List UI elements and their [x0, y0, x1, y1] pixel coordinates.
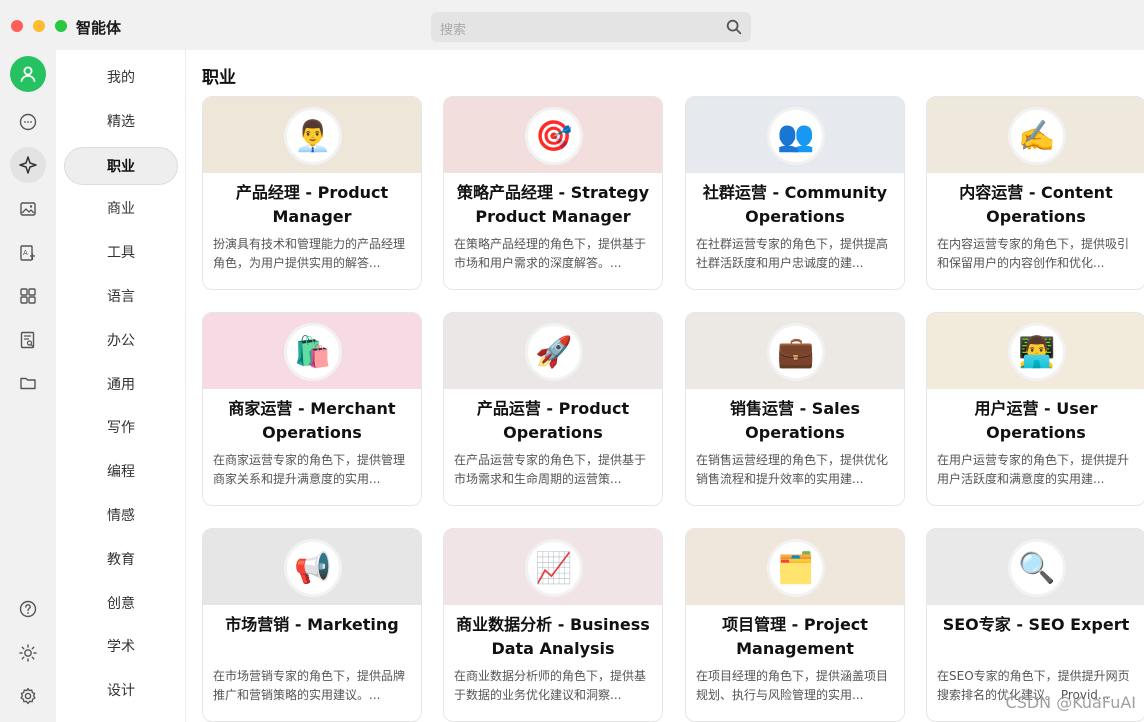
category-item[interactable]: 写作	[64, 409, 178, 447]
watermark: CSDN @KuaFuAI	[1005, 693, 1136, 712]
card-description: 在商业数据分析师的角色下，提供基于数据的业务优化建议和洞察...	[454, 669, 647, 702]
card-avatar-icon: 🛍️	[284, 323, 342, 381]
card-title: 项目管理 - Project Management	[722, 615, 868, 658]
category-item[interactable]: 我的	[64, 59, 178, 97]
agent-card[interactable]: 👥 社群运营 - Community Operations 在社群运营专家的角色下，…	[685, 96, 905, 290]
agent-card[interactable]: 💼 销售运营 - Sales Operations 在销售运营经理的角色下，提供优化…	[685, 312, 905, 506]
category-item[interactable]: 办公	[64, 322, 178, 360]
card-description: 在内容运营专家的角色下，提供吸引和保留用户的内容创作和优化...	[937, 237, 1130, 270]
card-avatar-icon: ✍️	[1008, 107, 1066, 165]
agent-card[interactable]: 🚀 产品运营 - Product Operations 在产品运营专家的角色下，提供…	[443, 312, 663, 506]
help-icon[interactable]	[10, 591, 46, 627]
card-avatar-icon: 🔍	[1008, 539, 1066, 597]
user-avatar-icon[interactable]	[10, 56, 46, 92]
card-title: 产品经理 - Product Manager	[235, 183, 389, 226]
card-avatar-icon: 👨‍💻	[1008, 323, 1066, 381]
card-avatar-icon: 📢	[284, 539, 342, 597]
agent-card[interactable]: 📈 商业数据分析 - Business Data Analysis 在商业数据分析师…	[443, 528, 663, 722]
close-window-button[interactable]	[11, 20, 23, 32]
app-title: 智能体	[76, 19, 122, 37]
card-title: 社群运营 - Community Operations	[702, 183, 888, 226]
agent-card[interactable]: 🛍️ 商家运营 - Merchant Operations 在商家运营专家的角色下，…	[202, 312, 422, 506]
card-description: 在产品运营专家的角色下，提供基于市场需求和生命周期的运营策...	[454, 453, 647, 486]
title-bar: 智能体 搜索	[0, 0, 1144, 50]
category-item[interactable]: 学术	[64, 628, 178, 666]
card-title: 内容运营 - Content Operations	[959, 183, 1113, 226]
search-placeholder: 搜索	[440, 23, 467, 38]
card-avatar-icon: 🗂️	[767, 539, 825, 597]
card-description: 扮演具有技术和管理能力的产品经理角色，为用户提供实用的解答...	[213, 237, 406, 270]
category-item[interactable]: 通用	[64, 366, 178, 404]
card-avatar-icon: 📈	[525, 539, 583, 597]
category-item[interactable]: 语言	[64, 278, 178, 316]
category-item[interactable]: 工具	[64, 234, 178, 272]
card-avatar-icon: 🎯	[525, 107, 583, 165]
category-item[interactable]: 精选	[64, 103, 178, 141]
card-title: 市场营销 - Marketing	[225, 615, 399, 634]
card-description: 在商家运营专家的角色下，提供管理商家关系和提升满意度的实用...	[213, 453, 406, 486]
card-description: 在销售运营经理的角色下，提供优化销售流程和提升效率的实用建...	[696, 453, 889, 486]
image-icon[interactable]	[10, 191, 46, 227]
card-avatar-icon: 👥	[767, 107, 825, 165]
svg-text:A: A	[23, 249, 28, 257]
category-item[interactable]: 职业	[64, 146, 178, 185]
image-text-icon[interactable]: A	[10, 235, 46, 271]
card-avatar-icon: 🚀	[525, 323, 583, 381]
agent-card[interactable]: 📢 市场营销 - Marketing 在市场营销专家的角色下，提供品牌推广和营销策略…	[202, 528, 422, 722]
card-description: 在用户运营专家的角色下，提供提升用户活跃度和满意度的实用建...	[937, 453, 1130, 486]
card-description: 在市场营销专家的角色下，提供品牌推广和营销策略的实用建议。...	[213, 669, 406, 702]
card-title: 销售运营 - Sales Operations	[730, 399, 860, 442]
minimize-window-button[interactable]	[33, 20, 45, 32]
card-title: 商家运营 - Merchant Operations	[228, 399, 396, 442]
agent-card[interactable]: 🗂️ 项目管理 - Project Management 在项目经理的角色下，提供涵…	[685, 528, 905, 722]
card-description: 在社群运营专家的角色下，提供提高社群活跃度和用户忠诚度的建...	[696, 237, 889, 270]
icon-sidebar: A	[0, 50, 56, 722]
section-title: 职业	[202, 68, 236, 88]
agent-card[interactable]: 🎯 策略产品经理 - Strategy Product Manager 在策略产品经…	[443, 96, 663, 290]
card-title: 策略产品经理 - Strategy Product Manager	[456, 183, 650, 226]
category-sidebar: 我的精选职业商业工具语言办公通用写作编程情感教育创意学术设计	[56, 50, 186, 722]
agent-card[interactable]: 👨‍💻 用户运营 - User Operations 在用户运营专家的角色下，提供提…	[926, 312, 1144, 506]
card-title: SEO专家 - SEO Expert	[942, 615, 1130, 634]
card-title: 用户运营 - User Operations	[974, 399, 1098, 442]
zoom-window-button[interactable]	[55, 20, 67, 32]
category-item[interactable]: 教育	[64, 541, 178, 579]
search-input[interactable]: 搜索	[431, 12, 751, 42]
sparkle-agent-icon[interactable]	[10, 147, 46, 183]
card-avatar-icon: 💼	[767, 323, 825, 381]
agent-card[interactable]: 👨‍💼 产品经理 - Product Manager 扮演具有技术和管理能力的产品经…	[202, 96, 422, 290]
agent-card[interactable]: ✍️ 内容运营 - Content Operations 在内容运营专家的角色下，提…	[926, 96, 1144, 290]
category-item[interactable]: 设计	[64, 672, 178, 710]
card-description: 在项目经理的角色下，提供涵盖项目规划、执行与风险管理的实用...	[696, 669, 889, 702]
card-title: 商业数据分析 - Business Data Analysis	[456, 615, 650, 658]
category-item[interactable]: 创意	[64, 585, 178, 623]
folder-icon[interactable]	[10, 365, 46, 401]
settings-gear-icon[interactable]	[10, 678, 46, 714]
theme-sun-icon[interactable]	[10, 635, 46, 671]
category-item[interactable]: 编程	[64, 453, 178, 491]
main-content: 职业 👨‍💼 产品经理 - Product Manager 扮演具有技术和管理能力的…	[186, 50, 1144, 722]
document-search-icon[interactable]	[10, 322, 46, 358]
category-item[interactable]: 商业	[64, 190, 178, 228]
chat-bubble-icon[interactable]	[10, 104, 46, 140]
card-title: 产品运营 - Product Operations	[476, 399, 630, 442]
search-icon[interactable]	[725, 18, 743, 36]
grid-apps-icon[interactable]	[10, 278, 46, 314]
category-item[interactable]: 情感	[64, 497, 178, 535]
card-description: 在策略产品经理的角色下，提供基于市场和用户需求的深度解答。...	[454, 237, 647, 270]
card-avatar-icon: 👨‍💼	[284, 107, 342, 165]
